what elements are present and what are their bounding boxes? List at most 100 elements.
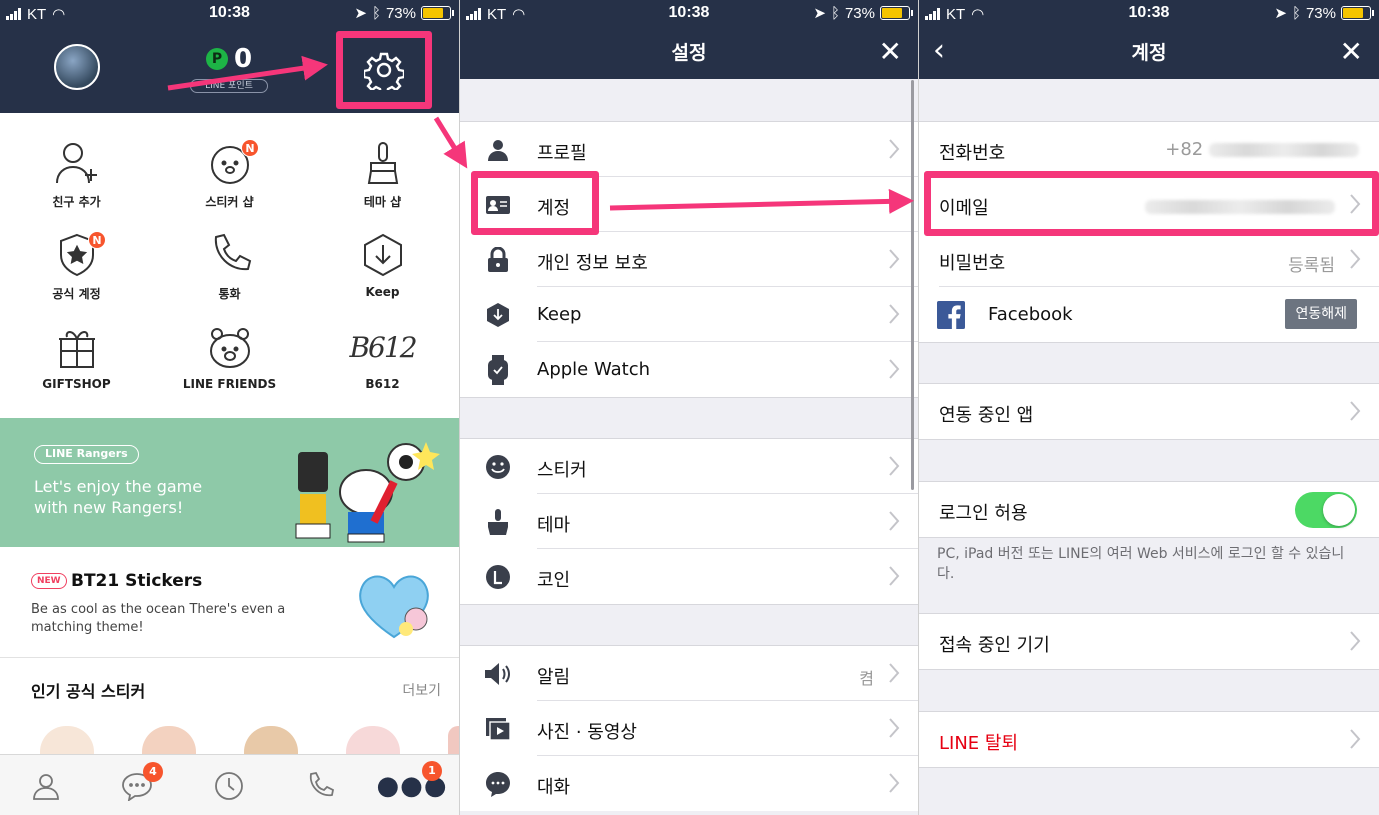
sticker-thumbnail[interactable] (244, 726, 298, 754)
account-group-3: 로그인 허용 (919, 481, 1379, 538)
settings-item-chats[interactable]: 대화 (460, 756, 918, 811)
row-label: 전화번호 (939, 143, 1006, 164)
settings-item-photos-videos[interactable]: 사진 · 동영상 (460, 701, 918, 756)
grid-label: 공식 계정 (52, 287, 101, 301)
grid-keep[interactable]: Keep (306, 229, 459, 299)
chevron-right-icon (1350, 249, 1361, 269)
sticker-thumbnail[interactable] (142, 726, 196, 754)
settings-item-theme[interactable]: 테마 (460, 494, 918, 549)
grid-label: B612 (365, 377, 400, 391)
promo-title: BT21 Stickers (71, 571, 203, 591)
points-display[interactable]: P0 (206, 44, 252, 74)
status-bar: KT ◠ 10:38 ➤ ᛒ 73% (919, 0, 1379, 26)
grid-line-friends[interactable]: LINE FRIENDS (153, 321, 306, 391)
allow-login-toggle[interactable] (1295, 492, 1357, 528)
grid-label: 통화 (218, 287, 241, 301)
bluetooth-icon: ᛒ (371, 4, 381, 22)
keep-icon (487, 303, 509, 327)
grid-call[interactable]: 통화 (153, 229, 306, 302)
linked-apps-row[interactable]: 연동 중인 앱 (919, 384, 1379, 439)
chevron-right-icon (889, 718, 900, 738)
bt21-promo[interactable]: NEW BT21 Stickers Be as cool as the ocea… (0, 547, 459, 658)
close-icon[interactable]: ✕ (879, 38, 902, 66)
delete-account-row[interactable]: LINE 탈퇴 (919, 712, 1379, 767)
battery-icon (1341, 6, 1374, 20)
points-label: LINE 포인트 (190, 79, 268, 93)
row-label: 프로필 (537, 143, 587, 164)
settings-item-apple-watch[interactable]: Apple Watch (460, 342, 918, 397)
chevron-right-icon (1350, 631, 1361, 651)
password-status: 등록됨 (1288, 256, 1335, 276)
sticker-thumbnail[interactable] (346, 726, 400, 754)
grid-label: Keep (365, 285, 400, 299)
page-title: 계정 (1131, 42, 1167, 64)
banner-line-1: Let's enjoy the game (34, 477, 203, 496)
settings-item-keep[interactable]: Keep (460, 287, 918, 342)
profile-icon (488, 140, 508, 161)
grid-label: GIFTSHOP (42, 377, 111, 391)
unlink-button[interactable]: 연동해제 (1285, 299, 1357, 329)
tab-friends[interactable] (26, 769, 66, 803)
tab-more[interactable]: ●●● 1 (376, 761, 447, 803)
grid-giftshop[interactable]: GIFTSHOP (0, 321, 153, 391)
profile-avatar[interactable] (54, 44, 100, 90)
account-group-5: LINE 탈퇴 (919, 711, 1379, 768)
phone-prefix: +82 (1165, 139, 1204, 160)
grid-theme-shop[interactable]: 테마 샵 (306, 137, 459, 210)
theme-shop-icon (367, 142, 398, 184)
account-group-4: 접속 중인 기기 (919, 613, 1379, 670)
settings-item-stickers[interactable]: 스티커 (460, 439, 918, 494)
gift-icon (58, 331, 95, 368)
page-title: 설정 (671, 42, 707, 64)
chevron-right-icon (889, 773, 900, 793)
more-badge: 1 (422, 761, 442, 781)
redacted-value (1209, 143, 1359, 157)
settings-screen: 설정 ✕ KT ◠ 10:38 ➤ ᛒ 73% 프로필 계정 개인 정보 보호 Kee… (460, 0, 918, 815)
brush-icon (488, 509, 508, 535)
tab-timeline[interactable] (209, 769, 249, 803)
row-label: 사진 · 동영상 (537, 722, 637, 743)
tab-calls[interactable] (300, 769, 340, 803)
more-link[interactable]: 더보기 (402, 680, 441, 700)
chat-count-badge: 4 (143, 762, 163, 782)
connected-devices-row[interactable]: 접속 중인 기기 (919, 614, 1379, 669)
toggle-knob (1323, 494, 1355, 526)
settings-item-privacy[interactable]: 개인 정보 보호 (460, 232, 918, 287)
facebook-icon (937, 301, 965, 329)
account-group-2: 연동 중인 앱 (919, 383, 1379, 440)
close-icon[interactable]: ✕ (1340, 38, 1363, 66)
facebook-row: Facebook 연동해제 (919, 287, 1379, 342)
call-icon (214, 233, 251, 271)
rangers-characters-image (295, 442, 440, 543)
person-icon (33, 774, 59, 800)
grid-official-account[interactable]: N 공식 계정 (0, 229, 153, 302)
settings-item-coins[interactable]: 코인 (460, 549, 918, 604)
bluetooth-icon: ᛒ (830, 4, 840, 22)
grid-sticker-shop[interactable]: N 스티커 샵 (153, 137, 306, 210)
speaker-icon (485, 663, 510, 685)
sticker-thumbnail[interactable] (448, 726, 459, 754)
settings-item-notifications[interactable]: 알림 켬 (460, 646, 918, 701)
rangers-banner[interactable]: LINE Rangers Let's enjoy the game with ne… (0, 418, 459, 547)
row-label: Apple Watch (537, 359, 651, 380)
row-label: 연동 중인 앱 (939, 405, 1034, 426)
promo-description: Be as cool as the ocean There's even a m… (31, 602, 286, 635)
keep-icon (363, 233, 402, 277)
gear-icon[interactable] (364, 50, 404, 90)
bluetooth-icon: ᛒ (1291, 4, 1301, 22)
row-label: 접속 중인 기기 (939, 635, 1050, 656)
battery-percent: 73% (385, 4, 416, 22)
scrollbar[interactable] (911, 80, 914, 490)
settings-item-profile[interactable]: 프로필 (460, 122, 918, 177)
grid-b612[interactable]: B612 B612 (306, 321, 459, 392)
tab-chats[interactable]: 4 (117, 762, 163, 803)
phone-number-row[interactable]: 전화번호 +82 (919, 122, 1379, 177)
b612-icon: B612 (349, 330, 417, 364)
delete-account-label: LINE 탈퇴 (939, 733, 1019, 754)
grid-add-friend[interactable]: 친구 추가 (0, 137, 153, 210)
smile-icon (486, 455, 510, 479)
chevron-right-icon (889, 304, 900, 324)
clock-icon (215, 772, 243, 800)
password-row[interactable]: 비밀번호 등록됨 (919, 232, 1379, 287)
sticker-thumbnail[interactable] (40, 726, 94, 754)
